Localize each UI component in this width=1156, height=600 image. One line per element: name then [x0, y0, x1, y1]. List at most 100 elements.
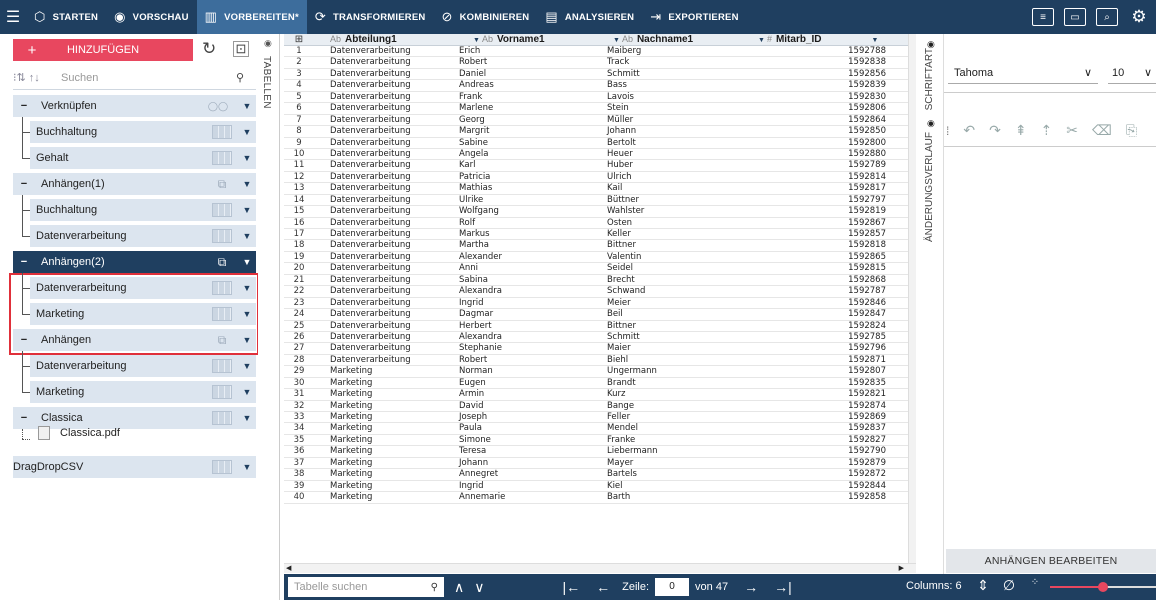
- table-cell[interactable]: 1592839: [742, 80, 888, 90]
- table-cell[interactable]: Datenverarbeitung: [314, 103, 457, 113]
- move-top-icon[interactable]: ⇞: [1015, 122, 1027, 139]
- chevron-down-icon[interactable]: ▼: [238, 361, 256, 371]
- table-cell[interactable]: Marlene: [457, 103, 597, 113]
- table-cell[interactable]: 1592871: [742, 355, 888, 365]
- table-cell[interactable]: David: [457, 401, 597, 411]
- clear-history-icon[interactable]: ⌫: [1092, 122, 1112, 139]
- table-cell[interactable]: 1592835: [742, 378, 888, 388]
- table-cell[interactable]: 1592844: [742, 481, 888, 491]
- table-cell[interactable]: Ulrike: [457, 195, 597, 205]
- table-row[interactable]: 1 Datenverarbeitung Erich Maiberg 1592788: [284, 46, 916, 58]
- table-cell[interactable]: Anni: [457, 263, 597, 273]
- table-cell[interactable]: Liebermann: [597, 446, 742, 456]
- table-cell[interactable]: Datenverarbeitung: [314, 57, 457, 67]
- table-cell[interactable]: Datenverarbeitung: [314, 160, 457, 170]
- table-cell[interactable]: Büttner: [597, 195, 742, 205]
- table-cell[interactable]: 1592821: [742, 389, 888, 399]
- table-cell[interactable]: Kail: [597, 183, 742, 193]
- table-cell[interactable]: Margrit: [457, 126, 597, 136]
- tree-child-item[interactable]: Gehalt ▼: [30, 147, 256, 169]
- collapse-icon[interactable]: ◉: [264, 38, 272, 49]
- table-cell[interactable]: Schmitt: [597, 332, 742, 342]
- chevron-down-icon[interactable]: ▼: [238, 179, 256, 189]
- table-cell[interactable]: Sabina: [457, 275, 597, 285]
- table-row[interactable]: 14 Datenverarbeitung Ulrike Büttner 1592797: [284, 195, 916, 207]
- table-row[interactable]: 10 Datenverarbeitung Angela Heuer 1592880: [284, 149, 916, 161]
- font-size-select[interactable]: 10 ∨: [1108, 62, 1156, 84]
- table-cell[interactable]: Dagmar: [457, 309, 597, 319]
- table-cell[interactable]: Datenverarbeitung: [314, 92, 457, 102]
- table-cell[interactable]: Datenverarbeitung: [314, 80, 457, 90]
- column-header[interactable]: Ab Abteilung1: [314, 34, 457, 45]
- table-cell[interactable]: Datenverarbeitung: [314, 69, 457, 79]
- table-search-input[interactable]: Tabelle suchen ⚲: [288, 577, 444, 597]
- redo-icon[interactable]: ↷: [989, 122, 1001, 139]
- table-cell[interactable]: Mayer: [597, 458, 742, 468]
- tree-child-item[interactable]: Datenverarbeitung ▼: [30, 277, 256, 299]
- table-cell[interactable]: Marketing: [314, 481, 457, 491]
- table-cell[interactable]: Beil: [597, 309, 742, 319]
- row-number-input[interactable]: 0: [655, 578, 690, 596]
- table-cell[interactable]: Herbert: [457, 321, 597, 331]
- table-cell[interactable]: Johann: [457, 458, 597, 468]
- table-cell[interactable]: Andreas: [457, 80, 597, 90]
- table-cell[interactable]: 1592867: [742, 218, 888, 228]
- search-icon[interactable]: ⚲: [431, 582, 438, 593]
- tree-group-item[interactable]: − Anhängen(2) ⧉ ▼: [13, 251, 256, 273]
- tree-group-item[interactable]: − Verknüpfen ◯◯ ▼: [13, 95, 256, 117]
- chevron-down-icon[interactable]: ▼: [238, 462, 256, 472]
- table-cell[interactable]: 1592807: [742, 366, 888, 376]
- table-cell[interactable]: Barth: [597, 492, 742, 502]
- table-cell[interactable]: Armin: [457, 389, 597, 399]
- table-cell[interactable]: 1592824: [742, 321, 888, 331]
- table-cell[interactable]: Datenverarbeitung: [314, 149, 457, 159]
- table-row[interactable]: 37 Marketing Johann Mayer 1592879: [284, 458, 916, 470]
- table-row[interactable]: 2 Datenverarbeitung Robert Track 1592838: [284, 57, 916, 69]
- table-cell[interactable]: Heuer: [597, 149, 742, 159]
- column-header[interactable]: ▼ Ab Vorname1: [457, 34, 597, 45]
- table-cell[interactable]: Bittner: [597, 321, 742, 331]
- fit-height-icon[interactable]: ⇕: [972, 577, 994, 597]
- table-cell[interactable]: 1592827: [742, 435, 888, 445]
- export-history-icon[interactable]: ⎘: [1126, 122, 1137, 139]
- table-cell[interactable]: Datenverarbeitung: [314, 126, 457, 136]
- table-cell[interactable]: Mendel: [597, 423, 742, 433]
- sort-icon[interactable]: ⁝⇅ ↑↓: [13, 71, 57, 84]
- table-cell[interactable]: Robert: [457, 57, 597, 67]
- table-cell[interactable]: Datenverarbeitung: [314, 355, 457, 365]
- table-cell[interactable]: Marketing: [314, 469, 457, 479]
- source-search-input[interactable]: Suchen: [57, 72, 236, 84]
- table-row[interactable]: 28 Datenverarbeitung Robert Biehl 1592871: [284, 355, 916, 367]
- sort-arrow-icon[interactable]: ▼: [613, 37, 620, 44]
- vertical-scrollbar[interactable]: [908, 34, 916, 564]
- table-cell[interactable]: Marketing: [314, 458, 457, 468]
- tab-transformieren[interactable]: ⟳ TRANSFORMIEREN: [307, 0, 434, 34]
- table-row[interactable]: 32 Marketing David Bange 1592874: [284, 401, 916, 412]
- collapse-icon[interactable]: −: [13, 100, 35, 112]
- sort-arrow-icon[interactable]: ▼: [758, 37, 765, 44]
- table-row[interactable]: 29 Marketing Norman Ungermann 1592807: [284, 366, 916, 378]
- table-cell[interactable]: Marketing: [314, 446, 457, 456]
- tab-vorschau[interactable]: ◉ VORSCHAU: [106, 0, 197, 34]
- table-cell[interactable]: Martha: [457, 240, 597, 250]
- table-cell[interactable]: Ungermann: [597, 366, 742, 376]
- table-cell[interactable]: Marketing: [314, 492, 457, 502]
- remove-step-icon[interactable]: ✂: [1066, 122, 1078, 139]
- table-row[interactable]: 27 Datenverarbeitung Stephanie Maier 1592796: [284, 343, 916, 355]
- tab-history[interactable]: ÄNDERUNGSVERLAUF: [924, 132, 935, 242]
- table-cell[interactable]: Kiel: [597, 481, 742, 491]
- table-cell[interactable]: 1592857: [742, 229, 888, 239]
- table-cell[interactable]: Datenverarbeitung: [314, 138, 457, 148]
- table-cell[interactable]: Schmitt: [597, 69, 742, 79]
- table-cell[interactable]: Bange: [597, 401, 742, 411]
- table-cell[interactable]: Datenverarbeitung: [314, 183, 457, 193]
- table-cell[interactable]: Marketing: [314, 378, 457, 388]
- table-row[interactable]: 30 Marketing Eugen Brandt 1592835: [284, 378, 916, 390]
- table-cell[interactable]: Simone: [457, 435, 597, 445]
- table-cell[interactable]: 1592868: [742, 275, 888, 285]
- table-cell[interactable]: 1592830: [742, 92, 888, 102]
- table-cell[interactable]: Maier: [597, 343, 742, 353]
- table-cell[interactable]: Datenverarbeitung: [314, 195, 457, 205]
- chevron-down-icon[interactable]: ▼: [238, 101, 256, 111]
- table-cell[interactable]: Datenverarbeitung: [314, 309, 457, 319]
